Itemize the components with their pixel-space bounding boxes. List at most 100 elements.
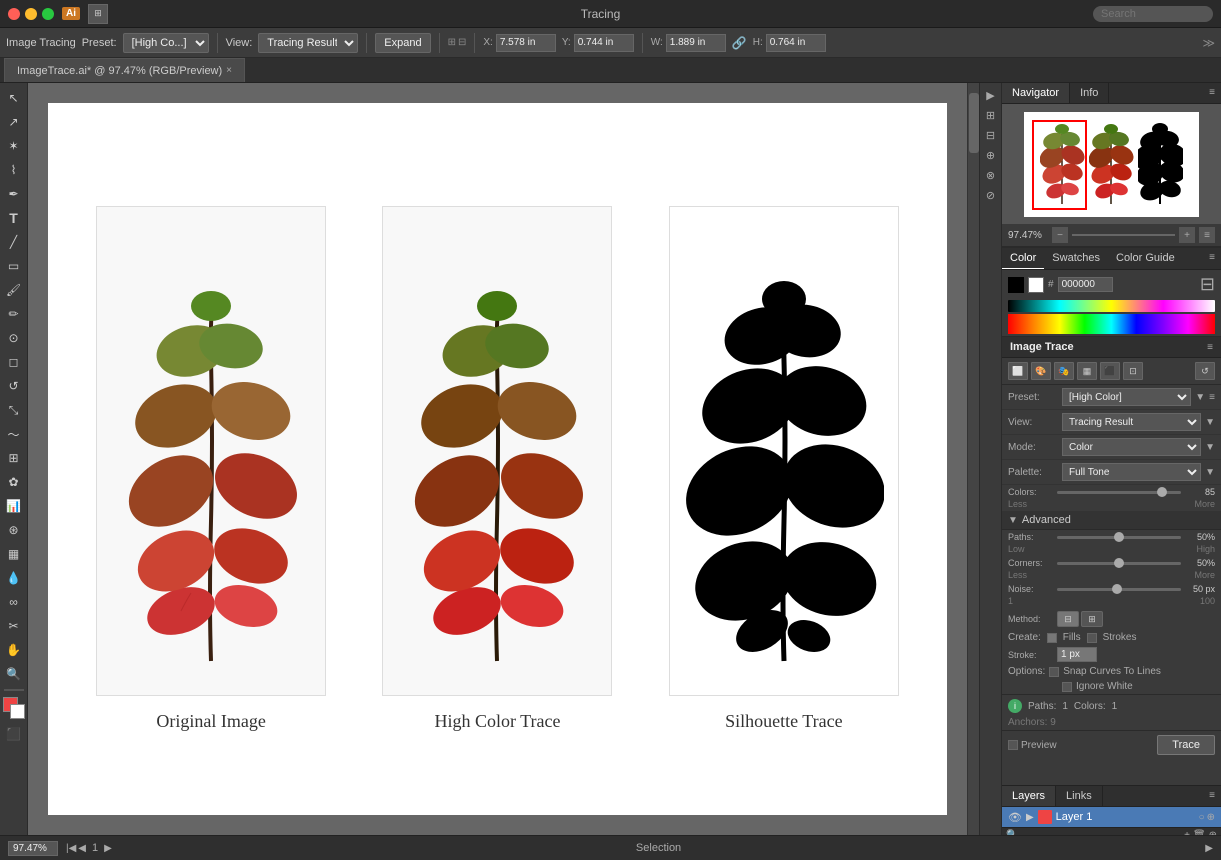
color-gradient-bar[interactable] bbox=[1008, 300, 1215, 312]
gradient-tool[interactable]: ▦ bbox=[3, 543, 25, 565]
tab-info[interactable]: Info bbox=[1070, 83, 1109, 103]
ignore-white-checkbox[interactable] bbox=[1062, 682, 1072, 692]
low-color-icon[interactable]: 🎭 bbox=[1054, 362, 1074, 380]
layer-lock-icon[interactable]: ▶ bbox=[1026, 812, 1034, 823]
noise-slider[interactable] bbox=[1057, 588, 1181, 591]
maximize-button[interactable] bbox=[42, 8, 54, 20]
rectangle-tool[interactable]: ▭ bbox=[3, 255, 25, 277]
tab-swatches[interactable]: Swatches bbox=[1044, 248, 1108, 269]
search-input[interactable] bbox=[1093, 6, 1213, 22]
canvas-area[interactable]: Original Image bbox=[28, 83, 967, 835]
image-trace-palette-select[interactable]: Full Tone bbox=[1062, 463, 1201, 481]
auto-color-icon[interactable]: ⬜ bbox=[1008, 362, 1028, 380]
fill-stroke-control[interactable] bbox=[3, 697, 25, 719]
pen-tool[interactable]: ✒ bbox=[3, 183, 25, 205]
stroke-input[interactable] bbox=[1057, 647, 1097, 662]
tab-color-guide[interactable]: Color Guide bbox=[1108, 248, 1183, 269]
navigator-panel-menu[interactable]: ≡ bbox=[1203, 83, 1221, 103]
scissors-tool[interactable]: ✂ bbox=[3, 615, 25, 637]
color-options-icon[interactable]: ⊟ bbox=[1200, 274, 1215, 295]
line-tool[interactable]: ╱ bbox=[3, 231, 25, 253]
mesh-tool[interactable]: ⊛ bbox=[3, 519, 25, 541]
view-dropdown-arrow[interactable]: ▼ bbox=[1205, 417, 1215, 428]
fills-checkbox[interactable] bbox=[1047, 633, 1057, 643]
column-graph-tool[interactable]: 📊 bbox=[3, 495, 25, 517]
rotate-tool[interactable]: ↺ bbox=[3, 375, 25, 397]
zoom-out-button[interactable]: − bbox=[1052, 227, 1068, 243]
hand-tool[interactable]: ✋ bbox=[3, 639, 25, 661]
tab-layers[interactable]: Layers bbox=[1002, 786, 1056, 806]
constrain-proportions-icon[interactable]: 🔗 bbox=[732, 36, 747, 50]
minimize-button[interactable] bbox=[25, 8, 37, 20]
scrollbar-thumb[interactable] bbox=[969, 93, 979, 153]
tab-links[interactable]: Links bbox=[1056, 786, 1103, 806]
right-icon-5[interactable]: ⊗ bbox=[984, 167, 997, 184]
zoom-slider[interactable] bbox=[1072, 234, 1175, 236]
h-input[interactable] bbox=[766, 34, 826, 52]
paths-slider[interactable] bbox=[1057, 536, 1181, 539]
colors-slider[interactable] bbox=[1057, 491, 1181, 494]
preview-checkbox[interactable] bbox=[1008, 740, 1018, 750]
preset-select[interactable]: [High Co...] bbox=[123, 33, 209, 53]
lasso-tool[interactable]: ⌇ bbox=[3, 159, 25, 181]
image-trace-mode-select[interactable]: Color bbox=[1062, 438, 1201, 456]
method-btn-1[interactable]: ⊟ bbox=[1057, 611, 1079, 627]
blob-brush-tool[interactable]: ⊙ bbox=[3, 327, 25, 349]
y-input[interactable] bbox=[574, 34, 634, 52]
palette-dropdown-arrow[interactable]: ▼ bbox=[1205, 467, 1215, 478]
magic-wand-tool[interactable]: ✶ bbox=[3, 135, 25, 157]
black-white-icon[interactable]: ⬛ bbox=[1100, 362, 1120, 380]
eyedropper-tool[interactable]: 💧 bbox=[3, 567, 25, 589]
zoom-tool[interactable]: 🔍 bbox=[3, 663, 25, 685]
layer-btn-1[interactable]: ○ bbox=[1199, 812, 1205, 823]
status-nav-right[interactable]: ▶ bbox=[1205, 843, 1213, 854]
layers-panel-menu[interactable]: ≡ bbox=[1203, 786, 1221, 806]
layer-visibility-icon[interactable]: 👁 bbox=[1008, 811, 1022, 824]
free-transform-tool[interactable]: ⊞ bbox=[3, 447, 25, 469]
advanced-header[interactable]: ▼ Advanced bbox=[1002, 511, 1221, 530]
delete-layer-icon[interactable]: 🗑 bbox=[1193, 830, 1206, 835]
close-button[interactable] bbox=[8, 8, 20, 20]
image-trace-menu[interactable]: ≡ bbox=[1207, 342, 1213, 353]
layer-row-1[interactable]: 👁 ▶ Layer 1 ○ ⊕ bbox=[1002, 807, 1221, 827]
document-tab[interactable]: ImageTrace.ai* @ 97.47% (RGB/Preview) × bbox=[4, 58, 245, 82]
zoom-options-button[interactable]: ≡ bbox=[1199, 227, 1215, 243]
right-icon-1[interactable]: ▶ bbox=[984, 87, 996, 104]
hex-color-input[interactable] bbox=[1058, 277, 1113, 292]
expand-button[interactable]: Expand bbox=[375, 33, 430, 53]
right-icon-4[interactable]: ⊕ bbox=[984, 147, 997, 164]
eraser-tool[interactable]: ◻ bbox=[3, 351, 25, 373]
first-page-button[interactable]: |◀ bbox=[66, 842, 76, 854]
stroke-swatch[interactable] bbox=[1028, 277, 1044, 293]
trace-button[interactable]: Trace bbox=[1157, 735, 1215, 755]
symbol-tool[interactable]: ✿ bbox=[3, 471, 25, 493]
next-page-button[interactable]: ▶ bbox=[104, 842, 112, 854]
tab-navigator[interactable]: Navigator bbox=[1002, 83, 1070, 103]
mode-dropdown-arrow[interactable]: ▼ bbox=[1205, 442, 1215, 453]
blend-tool[interactable]: ∞ bbox=[3, 591, 25, 613]
image-trace-preset-select[interactable]: [High Color] bbox=[1062, 388, 1191, 406]
make-sublayer-icon[interactable]: 🔍 bbox=[1006, 830, 1018, 835]
snap-curves-checkbox[interactable] bbox=[1049, 667, 1059, 677]
strokes-checkbox[interactable] bbox=[1087, 633, 1097, 643]
image-trace-view-select[interactable]: Tracing Result bbox=[1062, 413, 1201, 431]
status-zoom-input[interactable] bbox=[8, 841, 58, 856]
outline-icon[interactable]: ⊡ bbox=[1123, 362, 1143, 380]
view-select[interactable]: Tracing Result bbox=[258, 33, 358, 53]
paintbrush-tool[interactable]: 🖌 bbox=[3, 279, 25, 301]
panel-icon[interactable]: ⊞ bbox=[88, 4, 108, 24]
pencil-tool[interactable]: ✏ bbox=[3, 303, 25, 325]
right-icon-2[interactable]: ⊞ bbox=[984, 107, 997, 124]
tab-color[interactable]: Color bbox=[1002, 248, 1044, 269]
zoom-in-button[interactable]: + bbox=[1179, 227, 1195, 243]
preset-options-icon[interactable]: ≡ bbox=[1209, 392, 1215, 403]
window-controls[interactable] bbox=[8, 8, 54, 20]
screen-mode-tool[interactable]: ⬛ bbox=[3, 723, 25, 745]
grayscale-icon[interactable]: ▦ bbox=[1077, 362, 1097, 380]
right-icon-6[interactable]: ⊘ bbox=[984, 187, 997, 204]
color-panel-menu[interactable]: ≡ bbox=[1203, 248, 1221, 269]
new-layer-icon[interactable]: + bbox=[1184, 830, 1190, 835]
preset-dropdown-arrow[interactable]: ▼ bbox=[1195, 392, 1205, 403]
reset-icon[interactable]: ↺ bbox=[1195, 362, 1215, 380]
selection-tool[interactable]: ↖ bbox=[3, 87, 25, 109]
